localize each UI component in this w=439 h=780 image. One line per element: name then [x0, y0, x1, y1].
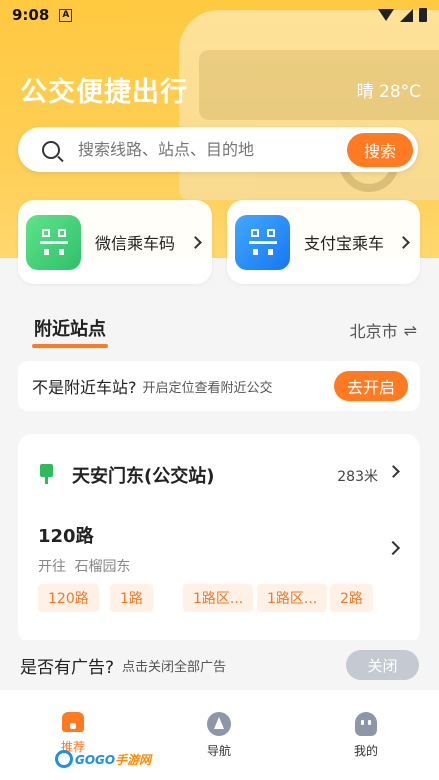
- route-chip[interactable]: 1路区...: [183, 584, 254, 612]
- ad-notice-bar: 是否有广告? 点击关闭全部广告 关闭: [0, 640, 439, 690]
- station-name: 天安门东(公交站): [72, 466, 215, 487]
- switch-icon: ⇌: [403, 320, 417, 340]
- weather-info: 晴 28°C: [356, 82, 421, 102]
- search-bar[interactable]: 搜索: [18, 127, 418, 172]
- search-button[interactable]: 搜索: [347, 132, 413, 167]
- nav-label-mine: 我的: [353, 744, 378, 758]
- chevron-right-icon: [397, 235, 410, 249]
- chevron-right-icon[interactable]: [387, 465, 400, 478]
- route-chip[interactable]: 1路: [110, 584, 153, 612]
- status-bar: 9:08 A: [0, 0, 439, 30]
- location-prompt-subtitle: 开启定位查看附近公交: [142, 380, 273, 396]
- nav-item-navigation[interactable]: 导航: [179, 712, 259, 759]
- route-name[interactable]: 120路: [38, 522, 94, 548]
- enable-location-button[interactable]: 去开启: [334, 371, 408, 401]
- location-prompt-title: 不是附近车站?: [32, 378, 137, 397]
- chevron-right-icon: [189, 235, 202, 249]
- chevron-right-icon[interactable]: [385, 540, 401, 556]
- nav-label-navigation: 导航: [206, 744, 231, 758]
- nav-item-home[interactable]: 推荐: [33, 712, 113, 755]
- wechat-ride-code-card[interactable]: 微信乘车码: [18, 200, 212, 284]
- search-input[interactable]: [78, 140, 347, 159]
- route-chip[interactable]: 1路区...: [257, 584, 328, 612]
- direction-prefix: 开往: [38, 559, 66, 575]
- direction-destination: 石榴园东: [74, 559, 131, 575]
- qr-code-icon: [26, 214, 81, 270]
- search-icon: [42, 140, 60, 159]
- watermark-brand: GOGO手游网: [75, 752, 152, 767]
- close-ads-button[interactable]: 关闭: [346, 650, 419, 680]
- route-chip[interactable]: 2路: [330, 584, 373, 612]
- station-card[interactable]: 天安门东(公交站) 283米 120路 开往 石榴园东 120路 1路 1路区.…: [18, 434, 420, 644]
- bus-stop-icon: [40, 464, 53, 484]
- tab-active-indicator: [32, 344, 108, 348]
- alipay-ride-label: 支付宝乘车: [304, 234, 385, 253]
- alipay-ride-card[interactable]: 支付宝乘车: [227, 200, 420, 284]
- battery-icon: [419, 8, 427, 22]
- qr-code-icon: [235, 214, 290, 270]
- location-prompt: 不是附近车站? 开启定位查看附近公交 去开启: [18, 361, 420, 411]
- tab-nearby-stations[interactable]: 附近站点: [34, 315, 106, 341]
- station-distance: 283米: [337, 469, 378, 485]
- signal-icon: [400, 8, 413, 22]
- navigation-icon: [207, 712, 231, 736]
- route-direction: 开往 石榴园东: [38, 556, 130, 576]
- watermark-icon: [55, 750, 73, 768]
- page-title: 公交便捷出行: [20, 77, 188, 108]
- city-selector[interactable]: 北京市 ⇌: [350, 318, 417, 342]
- home-icon: [62, 712, 84, 732]
- user-icon: [355, 712, 377, 736]
- notification-icon: A: [59, 8, 73, 22]
- wifi-icon: [378, 9, 394, 21]
- nav-item-mine[interactable]: 我的: [326, 712, 406, 759]
- ad-notice-title: 是否有广告?: [20, 657, 115, 678]
- ad-notice-subtitle: 点击关闭全部广告: [122, 659, 227, 675]
- wechat-ride-code-label: 微信乘车码: [95, 234, 176, 253]
- route-chip[interactable]: 120路: [38, 584, 99, 612]
- watermark-logo: GOGO手游网: [55, 750, 151, 768]
- city-label: 北京市: [349, 322, 398, 341]
- status-time: 9:08: [12, 6, 50, 24]
